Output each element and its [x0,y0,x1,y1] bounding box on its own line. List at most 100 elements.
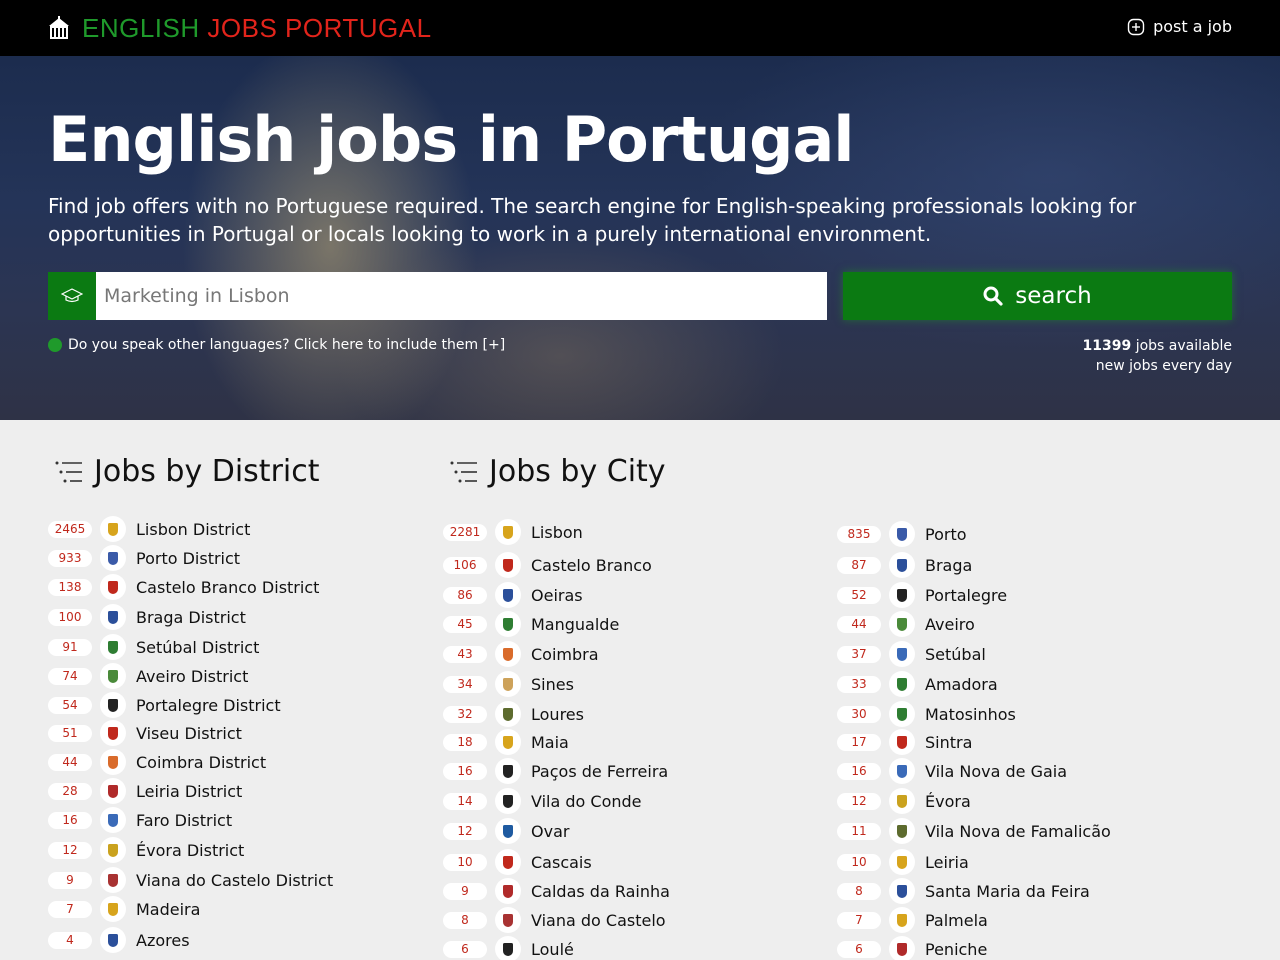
city-list-item[interactable]: 12 Évora [837,788,971,814]
job-count-badge: 8 [837,882,881,900]
search-bar: search [48,272,1232,320]
coat-of-arms-icon [495,849,521,875]
job-count-badge: 6 [837,940,881,958]
city-list-item[interactable]: 10 Leiria [837,849,969,875]
search-input[interactable] [96,272,827,320]
district-list-item[interactable]: 44 Coimbra District [48,749,266,775]
job-count-badge: 43 [443,645,487,663]
other-languages-label: Do you speak other languages? Click here… [68,337,506,353]
job-count-badge: 2465 [48,520,92,538]
district-list-item[interactable]: 2465 Lisbon District [48,516,250,542]
list-filter-icon [450,461,477,482]
brand-name-english: ENGLISH [82,13,200,43]
coat-of-arms-icon [495,671,521,697]
district-name: Porto District [136,548,241,568]
city-list-item[interactable]: 2281 Lisbon [443,519,583,545]
coat-of-arms-icon [495,729,521,755]
district-list-item[interactable]: 138 Castelo Branco District [48,574,319,600]
city-list-item[interactable]: 33 Amadora [837,671,998,697]
other-languages-link[interactable]: Do you speak other languages? Click here… [48,337,505,353]
list-filter-icon [55,461,82,482]
city-list-item[interactable]: 12 Ovar [443,818,569,844]
job-count-badge: 33 [837,675,881,693]
district-list-item[interactable]: 54 Portalegre District [48,692,281,718]
district-list-item[interactable]: 9 Viana do Castelo District [48,867,333,893]
city-name: Setúbal [925,644,986,664]
job-count-badge: 8 [443,911,487,929]
city-list-item[interactable]: 14 Vila do Conde [443,788,642,814]
coat-of-arms-icon [100,516,126,542]
city-list-item[interactable]: 30 Matosinhos [837,701,1016,727]
city-list-item[interactable]: 106 Castelo Branco [443,552,652,578]
city-list-item[interactable]: 9 Caldas da Rainha [443,878,670,904]
coat-of-arms-icon [889,936,915,960]
job-count-badge: 28 [48,782,92,800]
coat-of-arms-icon [889,611,915,637]
job-count-badge: 17 [837,733,881,751]
district-list-item[interactable]: 4 Azores [48,927,190,953]
coat-of-arms-icon [495,758,521,784]
coat-of-arms-icon [495,641,521,667]
city-list-item[interactable]: 37 Setúbal [837,641,986,667]
new-jobs-label: new jobs every day [1095,358,1232,374]
jobs-stats: 11399 jobs available new jobs every day [1083,336,1232,376]
crown-icon [49,16,69,39]
city-list-item[interactable]: 86 Oeiras [443,582,583,608]
job-count-badge: 12 [837,792,881,810]
city-list-item[interactable]: 34 Sines [443,671,574,697]
city-list-item[interactable]: 6 Peniche [837,936,987,960]
district-list-item[interactable]: 12 Évora District [48,837,244,863]
city-list-item[interactable]: 7 Palmela [837,907,988,933]
city-name: Castelo Branco [531,555,652,575]
district-list-item[interactable]: 91 Setúbal District [48,634,259,660]
district-list-item[interactable]: 100 Braga District [48,604,246,630]
city-list-item[interactable]: 835 Porto [837,521,967,547]
job-count-badge: 14 [443,792,487,810]
city-name: Coimbra [531,644,599,664]
city-list-item[interactable]: 52 Portalegre [837,582,1007,608]
city-list-item[interactable]: 45 Mangualde [443,611,619,637]
city-list-item[interactable]: 87 Braga [837,552,972,578]
city-list-item[interactable]: 16 Vila Nova de Gaia [837,758,1067,784]
district-list-item[interactable]: 51 Viseu District [48,720,242,746]
city-list-item[interactable]: 8 Viana do Castelo [443,907,666,933]
job-count-badge: 16 [837,762,881,780]
city-list-item[interactable]: 44 Aveiro [837,611,975,637]
post-job-link[interactable]: post a job [1127,17,1232,36]
job-count-badge: 7 [837,911,881,929]
district-list-item[interactable]: 28 Leiria District [48,778,242,804]
city-list-item[interactable]: 16 Paços de Ferreira [443,758,668,784]
city-name: Sintra [925,732,973,752]
district-list-item[interactable]: 16 Faro District [48,807,232,833]
coat-of-arms-icon [100,604,126,630]
coat-of-arms-icon [100,663,126,689]
district-name: Setúbal District [136,637,260,657]
district-list-item[interactable]: 74 Aveiro District [48,663,248,689]
city-list-item[interactable]: 17 Sintra [837,729,972,755]
city-list-item[interactable]: 11 Vila Nova de Famalicão [837,818,1111,844]
coat-of-arms-icon [100,927,126,953]
city-list-item[interactable]: 18 Maia [443,729,569,755]
post-job-label: post a job [1153,17,1232,36]
coat-of-arms-icon [889,521,915,547]
job-count-badge: 106 [443,556,487,574]
coat-of-arms-icon [100,692,126,718]
city-name: Lisbon [531,522,583,542]
job-count-badge: 30 [837,705,881,723]
district-name: Faro District [136,810,233,830]
city-name: Évora [925,791,971,811]
city-name: Matosinhos [925,704,1016,724]
city-list-item[interactable]: 32 Loures [443,701,584,727]
job-count-badge: 7 [48,900,92,918]
search-button[interactable]: search [843,272,1232,320]
city-list-item[interactable]: 6 Loulé [443,936,574,960]
brand-logo-link[interactable]: ENGLISH JOBS PORTUGAL [48,14,432,42]
district-name: Coimbra District [136,752,267,772]
city-list-item[interactable]: 8 Santa Maria da Feira [837,878,1090,904]
city-list-item[interactable]: 43 Coimbra [443,641,599,667]
city-list-item[interactable]: 10 Cascais [443,849,592,875]
district-list-item[interactable]: 7 Madeira [48,896,200,922]
district-name: Castelo Branco District [136,577,320,597]
district-list-item[interactable]: 933 Porto District [48,545,240,571]
brand-name-jobs-portugal: JOBS PORTUGAL [207,13,432,43]
